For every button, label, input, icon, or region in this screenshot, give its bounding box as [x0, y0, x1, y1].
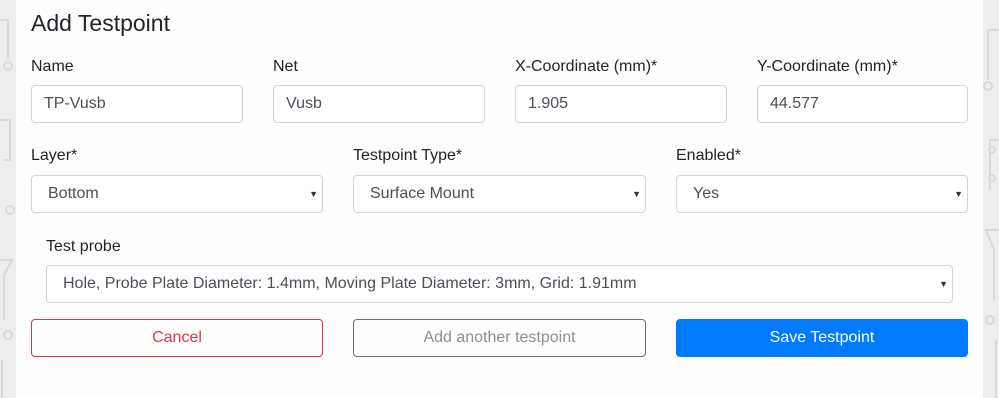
y-coordinate-input[interactable] [757, 85, 968, 123]
y-coordinate-label: Y-Coordinate (mm)* [757, 58, 898, 75]
enabled-select-value: Yes [693, 185, 720, 202]
save-testpoint-button[interactable]: Save Testpoint [676, 319, 968, 357]
layer-select[interactable]: Bottom ▼ [31, 175, 323, 213]
enabled-label: Enabled* [676, 147, 741, 164]
cancel-button[interactable]: Cancel [31, 319, 323, 357]
test-probe-select[interactable]: Hole, Probe Plate Diameter: 1.4mm, Movin… [46, 265, 953, 303]
testpoint-type-select[interactable]: Surface Mount ▼ [353, 175, 646, 213]
add-another-testpoint-button[interactable]: Add another testpoint [353, 319, 646, 357]
layer-label: Layer* [31, 147, 78, 164]
testpoint-type-label: Testpoint Type* [353, 147, 463, 164]
caret-down-icon: ▼ [632, 189, 641, 199]
layer-select-value: Bottom [48, 185, 99, 202]
name-input[interactable] [31, 85, 243, 123]
x-coordinate-input[interactable] [515, 85, 727, 123]
testpoint-type-select-value: Surface Mount [370, 185, 475, 202]
enabled-select[interactable]: Yes ▼ [676, 175, 968, 213]
net-input[interactable] [273, 85, 485, 123]
caret-down-icon: ▼ [939, 279, 948, 289]
test-probe-label: Test probe [46, 238, 121, 255]
test-probe-select-value: Hole, Probe Plate Diameter: 1.4mm, Movin… [63, 275, 637, 292]
name-label: Name [31, 58, 74, 75]
caret-down-icon: ▼ [309, 189, 318, 199]
dialog-title: Add Testpoint [31, 10, 170, 36]
net-label: Net [273, 58, 298, 75]
x-coordinate-label: X-Coordinate (mm)* [515, 58, 658, 75]
caret-down-icon: ▼ [954, 189, 963, 199]
